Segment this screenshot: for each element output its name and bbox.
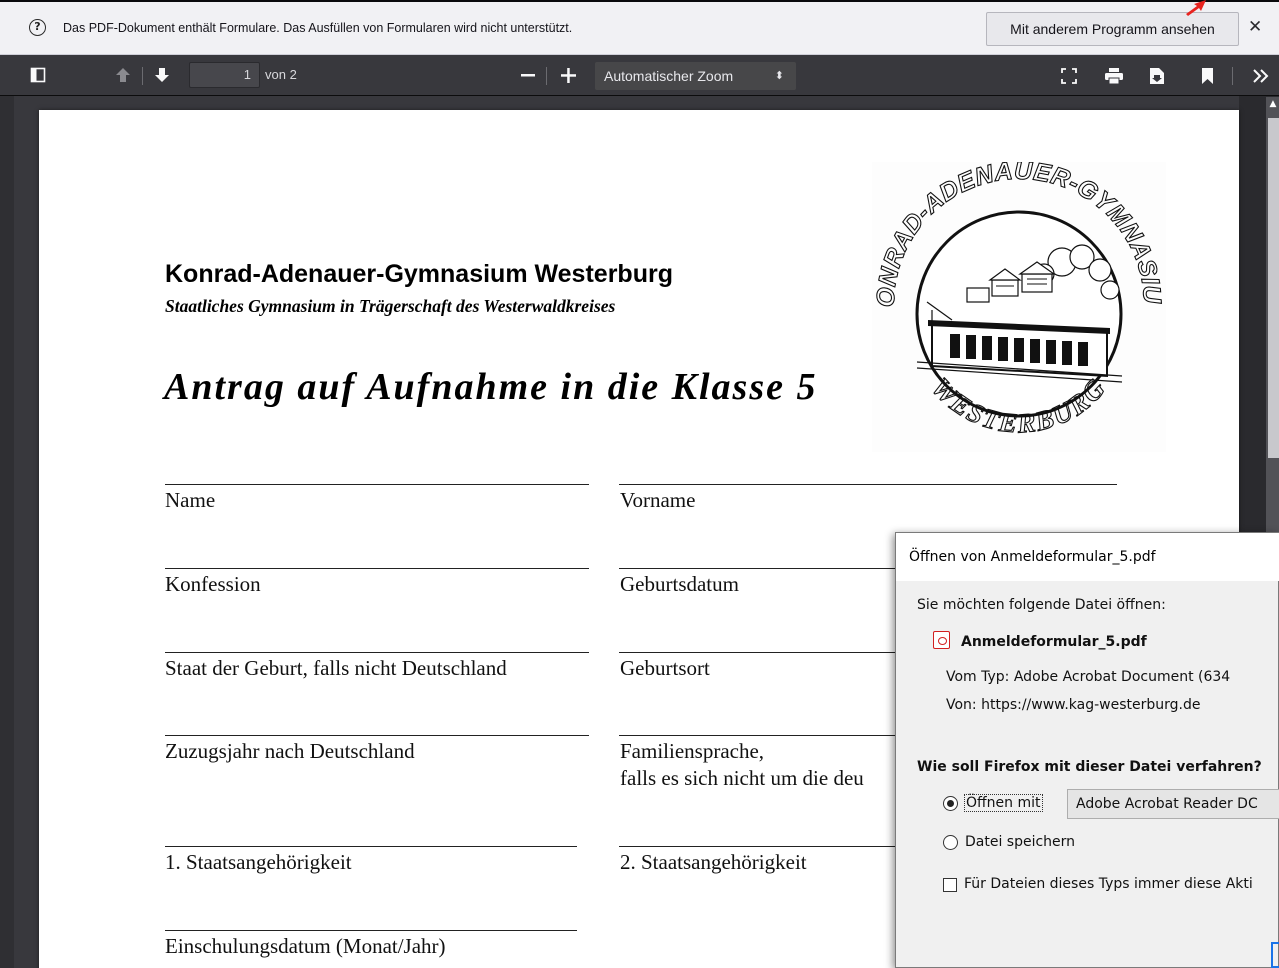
- dialog-filename: Anmeldeformular_5.pdf: [961, 634, 1147, 650]
- dialog-file-source: Von: https://www.kag-westerburg.de: [946, 697, 1201, 713]
- field-label-familiensprache: Familiensprache,: [620, 739, 765, 763]
- save-file-label[interactable]: Datei speichern: [965, 834, 1075, 850]
- presentation-mode-icon[interactable]: [1061, 68, 1077, 84]
- form-title: Antrag auf Aufnahme in die Klasse 5: [164, 366, 818, 408]
- field-label-geburtsdatum: Geburtsdatum: [620, 572, 739, 596]
- annotation-arrow-icon: [1186, 0, 1206, 16]
- field-label-staatsangehoerigkeit-1: 1. Staatsangehörigkeit: [165, 850, 352, 874]
- open-file-dialog: Öffnen von Anmeldeformular_5.pdf Sie möc…: [895, 532, 1279, 968]
- dialog-titlebar[interactable]: Öffnen von Anmeldeformular_5.pdf: [896, 533, 1279, 581]
- form-line: [619, 652, 895, 653]
- pdf-file-icon: [933, 631, 950, 649]
- chevron-updown-icon: ⬍: [774, 70, 784, 82]
- pdf-toolbar: 1 von 2 Automatischer Zoom ⬍: [0, 56, 1279, 96]
- application-select[interactable]: Adobe Acrobat Reader DC: [1067, 789, 1279, 819]
- form-line: [619, 846, 895, 847]
- dialog-file-type: Vom Typ: Adobe Acrobat Document (634: [946, 669, 1231, 685]
- next-page-icon[interactable]: [153, 67, 171, 83]
- field-label-konfession: Konfession: [165, 572, 261, 596]
- tools-icon[interactable]: [1253, 69, 1269, 83]
- field-label-vorname: Vorname: [620, 488, 696, 512]
- form-line: [619, 484, 1117, 485]
- field-label-einschulungsdatum: Einschulungsdatum (Monat/Jahr): [165, 934, 446, 958]
- notification-message: Das PDF-Dokument enthält Formulare. Das …: [63, 21, 573, 35]
- field-label-staat-der-geburt: Staat der Geburt, falls nicht Deutschlan…: [165, 656, 507, 680]
- form-line: [619, 735, 895, 736]
- form-line: [165, 568, 589, 569]
- page-count: von 2: [265, 67, 297, 82]
- form-line: [619, 568, 895, 569]
- zoom-select-label: Automatischer Zoom: [604, 68, 734, 84]
- close-icon[interactable]: ✕: [1248, 17, 1262, 37]
- form-line: [165, 735, 589, 736]
- form-line: [165, 652, 589, 653]
- open-with-label[interactable]: Öffnen mit: [964, 794, 1043, 812]
- field-label-name: Name: [165, 488, 216, 512]
- notification-bar: ? Das PDF-Dokument enthält Formulare. Da…: [0, 0, 1279, 55]
- open-with-other-program-button[interactable]: Mit anderem Programm ansehen: [986, 12, 1239, 46]
- form-line: [165, 846, 577, 847]
- toolbar-separator: [546, 67, 547, 85]
- question-circle-icon: ?: [29, 19, 46, 36]
- school-subtitle: Staatliches Gymnasium in Trägerschaft de…: [165, 296, 616, 316]
- field-label-zuzugsjahr: Zuzugsjahr nach Deutschland: [165, 739, 415, 763]
- dialog-ok-button[interactable]: [1271, 942, 1279, 968]
- print-icon[interactable]: [1105, 68, 1123, 84]
- toolbar-separator: [142, 67, 143, 85]
- form-line: [165, 930, 577, 931]
- zoom-select[interactable]: Automatischer Zoom ⬍: [595, 62, 796, 90]
- viewer-left-edge: [0, 96, 14, 968]
- open-with-radio[interactable]: [943, 796, 958, 811]
- field-label-familiensprache-cont: falls es sich nicht um die deu: [620, 766, 864, 790]
- field-label-staatsangehoerigkeit-2: 2. Staatsangehörigkeit: [620, 850, 807, 874]
- bookmark-icon[interactable]: [1202, 68, 1213, 84]
- always-do-this-checkbox[interactable]: [943, 878, 957, 892]
- scroll-up-icon[interactable]: ▲: [1267, 99, 1279, 111]
- dialog-question: Wie soll Firefox mit dieser Datei verfah…: [917, 759, 1262, 775]
- scrollbar-thumb[interactable]: [1268, 118, 1279, 458]
- zoom-in-icon[interactable]: [561, 68, 576, 83]
- previous-page-icon[interactable]: [114, 67, 132, 83]
- save-file-radio[interactable]: [943, 835, 958, 850]
- sidebar-toggle-icon[interactable]: [30, 67, 46, 83]
- always-do-this-label[interactable]: Für Dateien dieses Typs immer diese Akti: [964, 876, 1253, 892]
- dialog-title: Öffnen von Anmeldeformular_5.pdf: [909, 549, 1156, 565]
- download-icon[interactable]: [1150, 68, 1164, 84]
- school-logo: KONRAD-ADENAUER-GYMNASIUM WESTERBURG: [872, 162, 1166, 452]
- dialog-intro: Sie möchten folgende Datei öffnen:: [917, 597, 1166, 613]
- form-line: [165, 484, 589, 485]
- school-name: Konrad-Adenauer-Gymnasium Westerburg: [165, 260, 673, 288]
- field-label-geburtsort: Geburtsort: [620, 656, 710, 680]
- zoom-out-icon[interactable]: [521, 74, 535, 78]
- toolbar-separator: [1232, 67, 1233, 85]
- page-number-input[interactable]: 1: [189, 62, 260, 88]
